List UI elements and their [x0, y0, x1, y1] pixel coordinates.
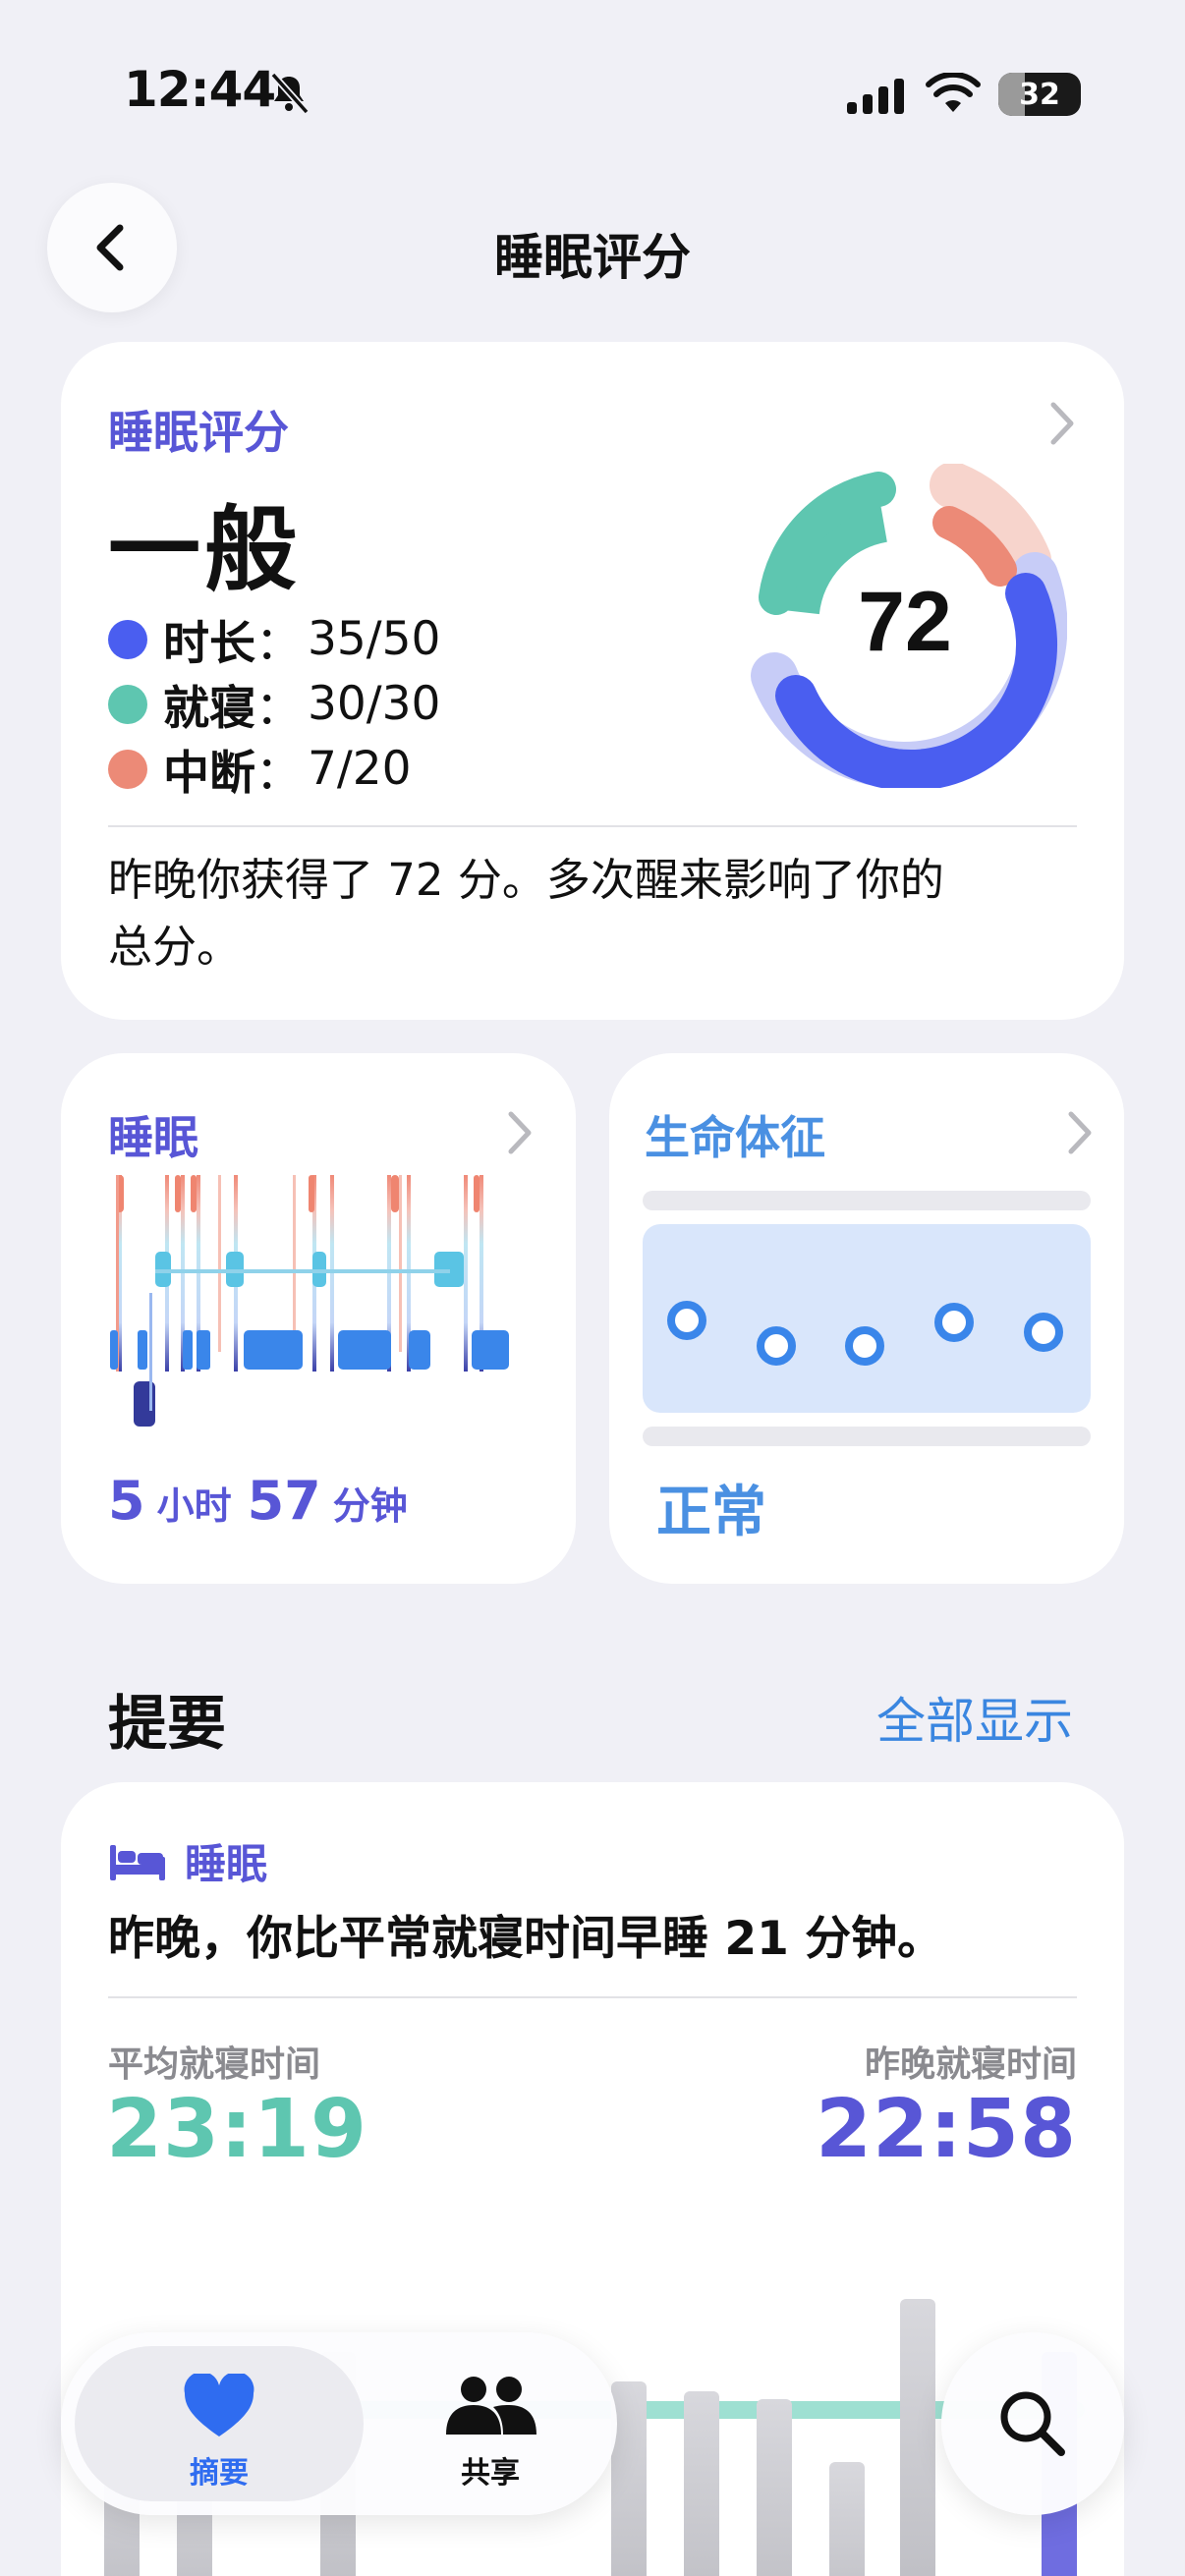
- last-bedtime-label: 昨晚就寝时间: [864, 2044, 1077, 2085]
- bar: [757, 2399, 792, 2576]
- sleep-duration: 5 小时 57 分钟: [108, 1470, 408, 1532]
- metric-bedtime: 就寝： 30/30: [108, 670, 440, 738]
- vitals-points: [667, 1301, 1063, 1366]
- sleep-hours: 5: [108, 1470, 145, 1532]
- score-rating: 一般: [108, 497, 302, 604]
- interruptions-dot: [108, 749, 147, 789]
- metric-separator: ：: [255, 617, 302, 671]
- search-icon: [1000, 2391, 1065, 2456]
- stage-line: [399, 1175, 402, 1352]
- sleep-minutes: 57: [247, 1470, 321, 1532]
- stage-line: [149, 1293, 152, 1411]
- metric-name: 中断: [163, 747, 255, 801]
- sleep-stages-chart: [110, 1175, 509, 1427]
- metric-separator: ：: [255, 682, 302, 736]
- awake-segment: [191, 1175, 197, 1212]
- tab-bar: 摘要 共享: [61, 2332, 617, 2515]
- status-time: 12:44: [124, 61, 276, 118]
- heart-icon: [184, 2374, 254, 2436]
- stage-line: [464, 1175, 468, 1372]
- score-value: 72: [858, 575, 952, 669]
- vitals-point: [667, 1301, 706, 1340]
- metric-value: 30/30: [308, 677, 441, 731]
- core-segment: [110, 1330, 118, 1370]
- core-segment: [472, 1330, 509, 1370]
- cellular-signal-icon: [847, 79, 904, 114]
- awake-segment: [175, 1175, 181, 1212]
- vitals-point: [934, 1303, 974, 1342]
- awake-segment: [309, 1175, 314, 1212]
- vitals-range-bar: [643, 1191, 1091, 1210]
- score-ring-chart: 72: [751, 464, 1067, 788]
- duration-dot: [108, 619, 147, 659]
- core-segment: [197, 1330, 210, 1370]
- vitals-point: [1024, 1313, 1063, 1352]
- tab-sharing-label: 共享: [461, 2456, 520, 2491]
- vitals-card-label: 生命体征: [645, 1111, 825, 1164]
- wifi-icon: [926, 73, 981, 112]
- bar: [684, 2391, 719, 2576]
- vitals-range-bar: [643, 1427, 1091, 1446]
- highlights-title: 提要: [108, 1690, 226, 1759]
- last-bedtime-value: 22:58: [815, 2083, 1077, 2176]
- core-segment: [244, 1330, 303, 1370]
- tab-summary[interactable]: 摘要: [75, 2346, 364, 2501]
- metric-separator: ：: [255, 747, 302, 801]
- show-all-link[interactable]: 全部显示: [876, 1682, 1073, 1753]
- core-segment: [409, 1330, 430, 1370]
- metric-value: 35/50: [308, 612, 441, 666]
- avg-bedtime-value: 23:19: [106, 2083, 368, 2176]
- divider: [108, 1996, 1077, 1998]
- metric-value: 7/20: [308, 742, 412, 796]
- metric-name: 时长: [163, 617, 255, 671]
- stage-line: [293, 1175, 296, 1352]
- highlight-text: 昨晚，你比平常就寝时间早睡 21 分钟。: [108, 1912, 944, 1966]
- core-segment: [338, 1330, 391, 1370]
- minutes-unit: 分钟: [332, 1484, 408, 1528]
- battery-indicator: 32: [998, 73, 1081, 116]
- vitals-point: [757, 1326, 796, 1366]
- bar: [900, 2299, 935, 2576]
- sleep-card[interactable]: 睡眠 5 小时 57 分钟: [61, 1053, 576, 1584]
- vitals-normal-band: [643, 1224, 1091, 1413]
- page-title: 睡眠评分: [494, 229, 691, 286]
- chevron-right-icon: [1050, 402, 1074, 445]
- metric-interruptions: 中断： 7/20: [108, 735, 412, 803]
- metric-name: 就寝: [163, 682, 255, 736]
- chevron-right-icon: [508, 1111, 532, 1154]
- avg-bedtime-label: 平均就寝时间: [108, 2044, 321, 2085]
- stage-line: [218, 1175, 221, 1352]
- bar: [611, 2381, 647, 2576]
- bed-icon: [110, 1844, 165, 1880]
- sleep-score-card[interactable]: 睡眠评分 一般 时长： 35/50 就寝： 30/30 中断： 7/20 72 …: [61, 342, 1124, 1020]
- vitals-card[interactable]: 生命体征 正常: [609, 1053, 1124, 1584]
- stage-line: [155, 1269, 450, 1273]
- sleep-card-label: 睡眠: [108, 1111, 198, 1164]
- bell-slash-icon: [270, 72, 310, 114]
- vitals-status: 正常: [656, 1481, 766, 1544]
- hours-unit: 小时: [156, 1484, 232, 1528]
- sleep-score-label: 睡眠评分: [108, 406, 289, 459]
- people-icon: [446, 2377, 536, 2435]
- vitals-point: [845, 1326, 884, 1366]
- awake-segment: [474, 1175, 480, 1212]
- awake-segment: [391, 1175, 399, 1212]
- metric-duration: 时长： 35/50: [108, 605, 440, 673]
- highlight-tag: 睡眠: [108, 1831, 267, 1891]
- battery-percent: 32: [1019, 78, 1060, 112]
- search-button[interactable]: [941, 2332, 1124, 2515]
- core-segment: [138, 1330, 147, 1370]
- tab-sharing[interactable]: 共享: [377, 2346, 603, 2501]
- core-segment: [183, 1330, 193, 1370]
- bar: [829, 2462, 865, 2576]
- divider: [108, 825, 1077, 827]
- tab-summary-label: 摘要: [190, 2456, 249, 2491]
- highlight-tag-label: 睡眠: [185, 1840, 268, 1888]
- bedtime-dot: [108, 684, 147, 724]
- chevron-right-icon: [1068, 1111, 1092, 1154]
- score-summary: 昨晚你获得了 72 分。多次醒来影响了你的总分。: [108, 854, 944, 973]
